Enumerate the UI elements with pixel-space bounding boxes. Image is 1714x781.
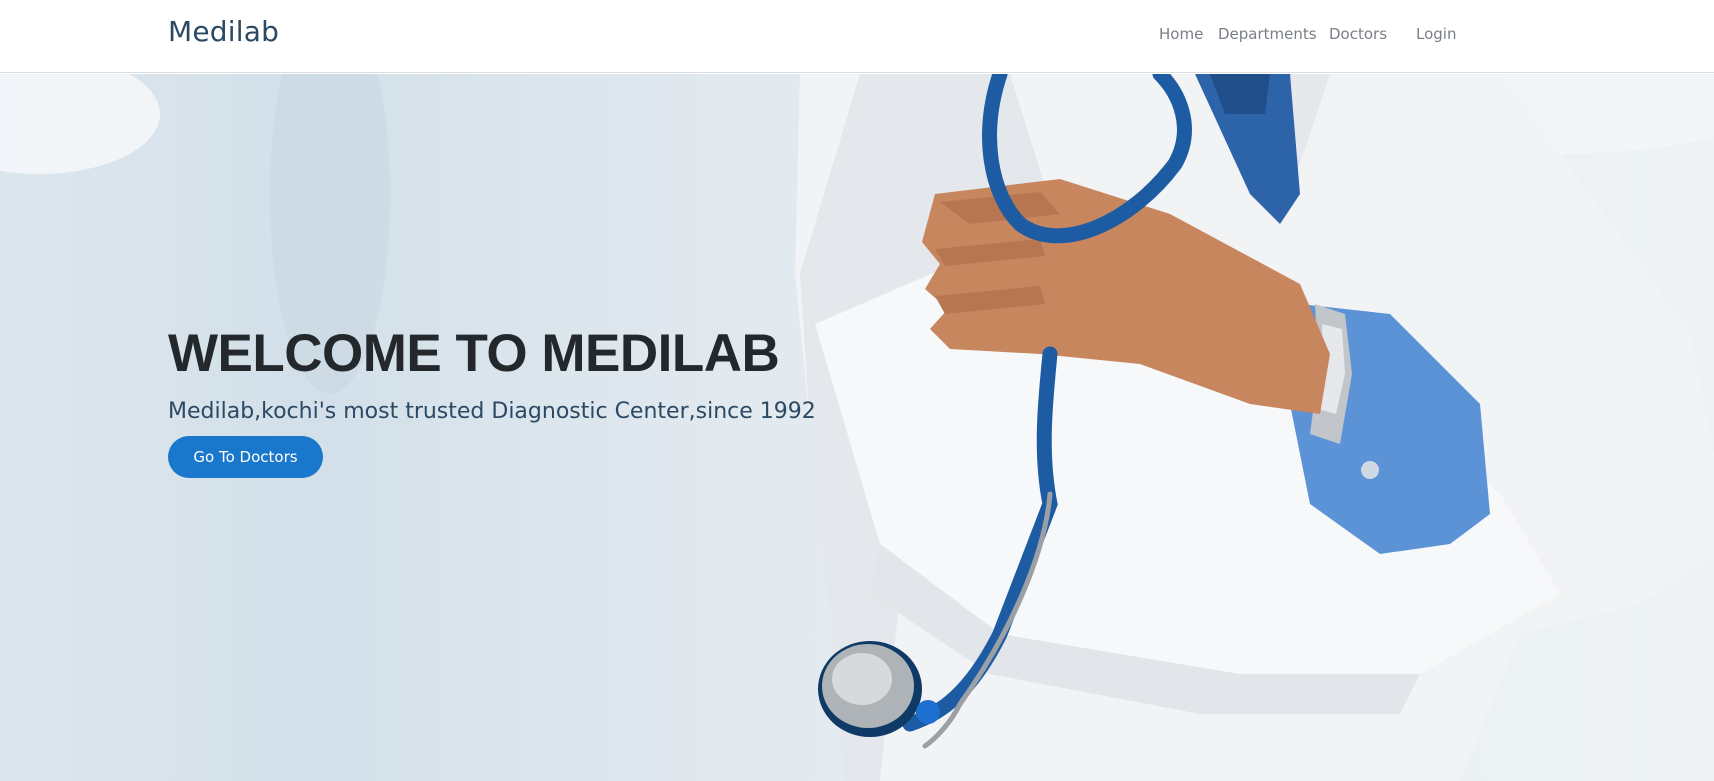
hero-content: WELCOME TO MEDILAB Medilab,kochi's most …: [168, 324, 816, 478]
hero-subtitle: Medilab,kochi's most trusted Diagnostic …: [168, 399, 816, 424]
hero-title: WELCOME TO MEDILAB: [168, 324, 780, 383]
nav-home-link[interactable]: Home: [1159, 25, 1203, 43]
hero-section: WELCOME TO MEDILAB Medilab,kochi's most …: [0, 74, 1714, 781]
nav-doctors-link[interactable]: Doctors: [1329, 25, 1387, 43]
nav-departments-link[interactable]: Departments: [1218, 25, 1317, 43]
top-navbar: Medilab Home Departments Doctors Login: [0, 0, 1714, 73]
main-nav: Home Departments Doctors Login: [0, 25, 1714, 49]
go-to-doctors-button[interactable]: Go To Doctors: [168, 436, 323, 478]
nav-login-link[interactable]: Login: [1416, 25, 1456, 43]
